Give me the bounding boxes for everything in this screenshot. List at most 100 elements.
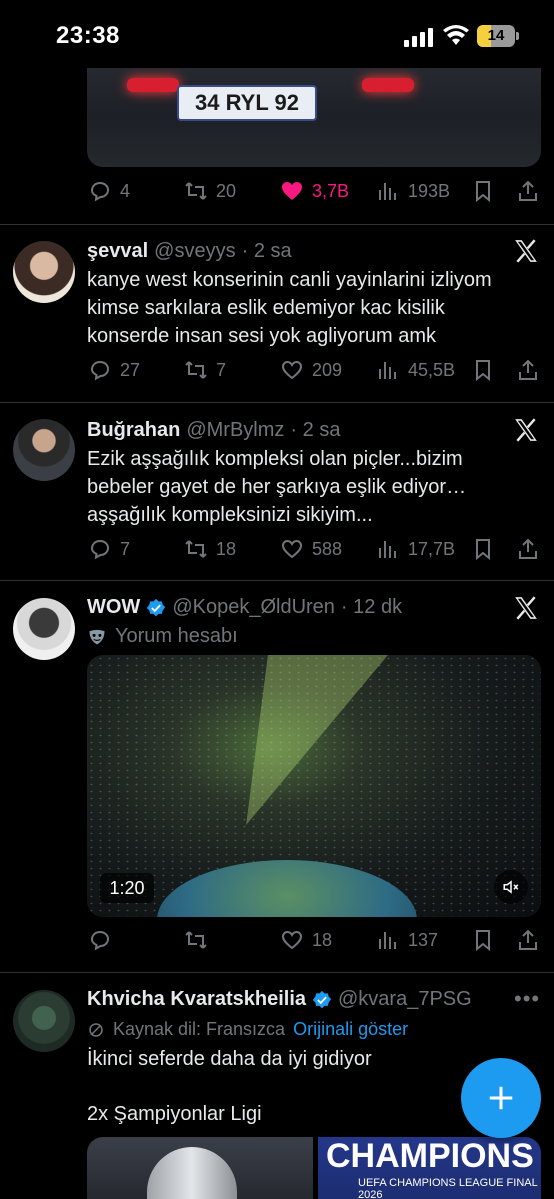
- status-time: 23:38: [56, 22, 120, 49]
- bookmark-button[interactable]: [471, 358, 495, 382]
- mask-icon: [89, 629, 105, 644]
- author-handle[interactable]: @kvara_7PSG: [338, 988, 472, 1011]
- tweet-actions: 7 18 588 17,7B: [88, 537, 540, 563]
- views-button[interactable]: 45,5B: [376, 358, 455, 382]
- share-icon: [519, 929, 537, 950]
- like-icon: [281, 930, 303, 950]
- reply-icon: [90, 360, 110, 381]
- like-count: 18: [312, 929, 333, 950]
- views-button[interactable]: 137: [376, 928, 438, 952]
- x-logo-icon[interactable]: [513, 417, 539, 443]
- author-name[interactable]: WOW: [87, 596, 140, 619]
- like-count: 588: [312, 538, 343, 559]
- retweet-button[interactable]: 7: [184, 358, 226, 382]
- share-button[interactable]: [516, 537, 540, 561]
- like-button[interactable]: 3,7B: [280, 179, 349, 203]
- views-icon: [379, 362, 396, 379]
- share-button[interactable]: [516, 928, 540, 952]
- tweet-header: WOW @Kopek_ØldUren · 12 dk: [87, 596, 402, 619]
- bookmark-icon: [476, 360, 490, 382]
- divider: [0, 402, 554, 403]
- avatar[interactable]: [13, 990, 75, 1052]
- avatar[interactable]: [13, 598, 75, 660]
- like-button[interactable]: 18: [280, 928, 332, 952]
- divider: [0, 580, 554, 581]
- translation-info: Kaynak dil: Fransızca Orijinali göster: [87, 1019, 408, 1040]
- mute-button[interactable]: [494, 870, 528, 904]
- tweet-actions: 18 137: [88, 928, 540, 954]
- retweet-icon: [185, 931, 207, 949]
- retweet-button[interactable]: 18: [184, 537, 236, 561]
- x-logo-icon[interactable]: [513, 238, 539, 264]
- share-icon: [519, 538, 537, 559]
- tweet-actions: 27 7 209 45,5B: [88, 358, 540, 384]
- speaker-muted-icon: [503, 880, 519, 894]
- verified-icon: [147, 598, 166, 616]
- bookmark-button[interactable]: [471, 537, 495, 561]
- like-icon: [281, 539, 303, 559]
- share-button[interactable]: [516, 358, 540, 382]
- tweet-text: Ezik aşşağılık kompleksi olan piçler...b…: [87, 448, 467, 526]
- tweet-time: · 12 dk: [340, 596, 403, 618]
- reply-button[interactable]: 27: [88, 358, 140, 382]
- like-button[interactable]: 209: [280, 358, 342, 382]
- bookmark-button[interactable]: [471, 179, 495, 203]
- views-count: 193B: [408, 180, 451, 201]
- reply-button[interactable]: 4: [88, 179, 130, 203]
- avatar[interactable]: [13, 419, 75, 481]
- retweet-button[interactable]: [184, 928, 216, 952]
- license-plate: 34 RYL 92: [177, 85, 317, 121]
- show-original-link[interactable]: Orijinali göster: [293, 1019, 408, 1040]
- tweet-video[interactable]: [87, 655, 541, 917]
- image-caption-champions: CHAMPIONS: [326, 1137, 534, 1175]
- reply-count: 4: [120, 180, 131, 201]
- views-button[interactable]: 17,7B: [376, 537, 455, 561]
- tweet-actions: 4 20 3,7B 193B: [88, 179, 540, 205]
- account-label-text: Yorum hesabı: [115, 625, 238, 647]
- author-name[interactable]: şevval: [87, 240, 148, 263]
- tweet-image-trophy[interactable]: [87, 1137, 313, 1199]
- views-icon: [379, 932, 396, 949]
- reply-button[interactable]: 7: [88, 537, 130, 561]
- divider: [0, 972, 554, 973]
- views-button[interactable]: 193B: [376, 179, 450, 203]
- bookmark-button[interactable]: [471, 928, 495, 952]
- tweet-time: · 2 sa: [241, 240, 292, 262]
- wifi-icon: [443, 25, 469, 45]
- share-icon: [519, 180, 537, 201]
- reply-count: 27: [120, 359, 141, 380]
- tweet-text: kanye west konserinin canli yayinlarini …: [87, 269, 492, 347]
- retweet-icon: [185, 182, 207, 200]
- retweet-count: 20: [216, 180, 237, 201]
- tweet-text-line1: İkinci seferde daha da iyi gidiyor: [87, 1048, 372, 1070]
- author-handle[interactable]: @Kopek_ØldUren: [172, 596, 335, 619]
- views-count: 17,7B: [408, 538, 456, 559]
- reply-icon: [90, 539, 110, 560]
- tweet-image-champions[interactable]: CHAMPIONS UEFA CHAMPIONS LEAGUE FINAL 20…: [318, 1137, 541, 1199]
- like-count: 3,7B: [312, 180, 350, 201]
- bookmark-icon: [476, 930, 490, 952]
- author-name[interactable]: Khvicha Kvaratskheilia: [87, 988, 306, 1011]
- author-name[interactable]: Buğrahan: [87, 419, 180, 442]
- x-logo-icon[interactable]: [513, 595, 539, 621]
- retweet-button[interactable]: 20: [184, 179, 236, 203]
- reply-count: 7: [120, 538, 131, 559]
- bookmark-icon: [476, 181, 490, 203]
- author-handle[interactable]: @MrBylmz: [186, 419, 284, 442]
- tweet-header: Buğrahan @MrBylmz · 2 sa: [87, 419, 340, 442]
- reply-button[interactable]: [88, 928, 120, 952]
- retweet-count: 7: [216, 359, 227, 380]
- more-options-icon[interactable]: •••: [514, 986, 540, 1012]
- signal-icon: [404, 28, 433, 47]
- like-button[interactable]: 588: [280, 537, 342, 561]
- compose-button[interactable]: [461, 1058, 541, 1138]
- account-label: Yorum hesabı: [87, 625, 238, 648]
- share-button[interactable]: [516, 179, 540, 203]
- battery-icon: 14: [477, 25, 515, 47]
- status-bar: 23:38 14: [0, 0, 554, 68]
- avatar[interactable]: [13, 241, 75, 303]
- author-handle[interactable]: @sveyys: [154, 240, 235, 263]
- like-icon: [282, 182, 302, 200]
- views-count: 45,5B: [408, 359, 456, 380]
- reply-icon: [90, 181, 110, 202]
